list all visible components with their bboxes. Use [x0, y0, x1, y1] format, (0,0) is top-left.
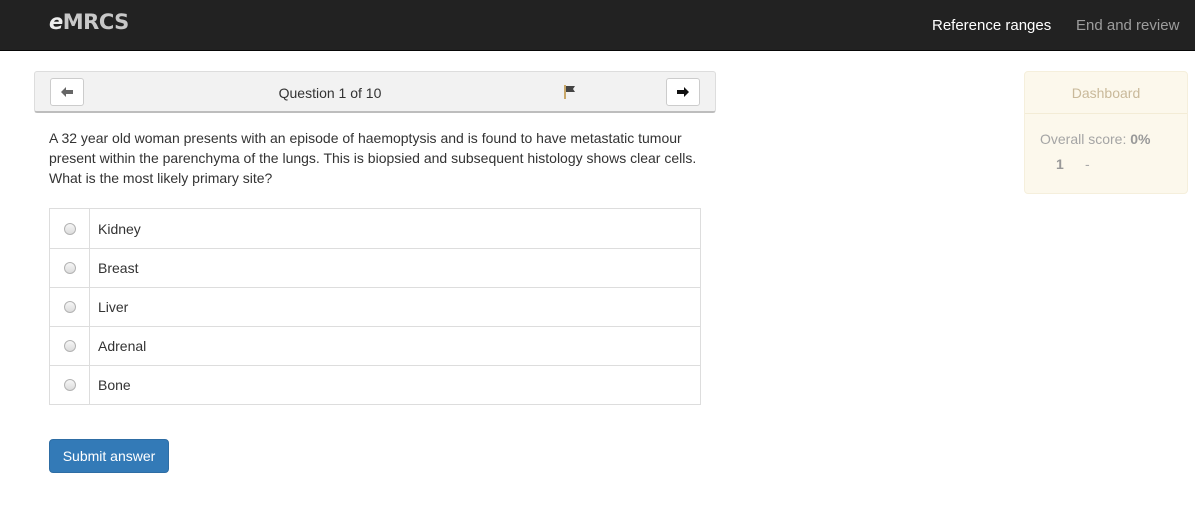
radio-cell — [50, 366, 90, 404]
radio-cell — [50, 209, 90, 248]
radio-cell — [50, 327, 90, 365]
dashboard-title: Dashboard — [1025, 72, 1187, 114]
brand-prefix: e — [49, 10, 63, 34]
score-label: Overall score: — [1040, 131, 1126, 147]
option-label[interactable]: Liver — [90, 288, 128, 326]
option-label[interactable]: Bone — [90, 366, 131, 404]
flag-icon[interactable] — [564, 85, 576, 99]
brand-logo[interactable]: eMRCS — [49, 10, 129, 34]
radio-cell — [50, 288, 90, 326]
option-label[interactable]: Kidney — [90, 209, 141, 248]
option-label[interactable]: Breast — [90, 249, 138, 287]
answer-option[interactable]: Liver — [50, 287, 700, 326]
submit-answer-button[interactable]: Submit answer — [49, 439, 169, 473]
answer-option[interactable]: Bone — [50, 365, 700, 404]
radio-button[interactable] — [64, 301, 76, 313]
brand-name: MRCS — [63, 10, 129, 34]
question-navigation-bar: Question 1 of 10 — [34, 71, 716, 113]
answer-option[interactable]: Breast — [50, 248, 700, 287]
radio-button[interactable] — [64, 340, 76, 352]
next-question-button[interactable] — [666, 78, 700, 106]
answer-option[interactable]: Adrenal — [50, 326, 700, 365]
question-stem: A 32 year old woman presents with an epi… — [49, 128, 709, 188]
reference-ranges-link[interactable]: Reference ranges — [932, 17, 1051, 34]
dashboard-panel: Dashboard Overall score: 0% 1 - — [1024, 71, 1188, 194]
radio-cell — [50, 249, 90, 287]
arrow-right-icon — [677, 87, 689, 97]
radio-button[interactable] — [64, 223, 76, 235]
answer-option[interactable]: Kidney — [50, 209, 700, 248]
top-navbar: eMRCS Reference ranges End and review — [0, 0, 1195, 51]
dashboard-question-number[interactable]: 1 — [1056, 156, 1064, 172]
score-value: 0% — [1130, 131, 1150, 147]
dashboard-question-result: - — [1085, 156, 1090, 172]
question-counter: Question 1 of 10 — [35, 85, 625, 101]
answer-options: Kidney Breast Liver Adrenal Bone — [49, 208, 701, 405]
radio-button[interactable] — [64, 379, 76, 391]
overall-score: Overall score: 0% — [1040, 131, 1150, 147]
end-and-review-link[interactable]: End and review — [1076, 17, 1179, 34]
radio-button[interactable] — [64, 262, 76, 274]
option-label[interactable]: Adrenal — [90, 327, 146, 365]
